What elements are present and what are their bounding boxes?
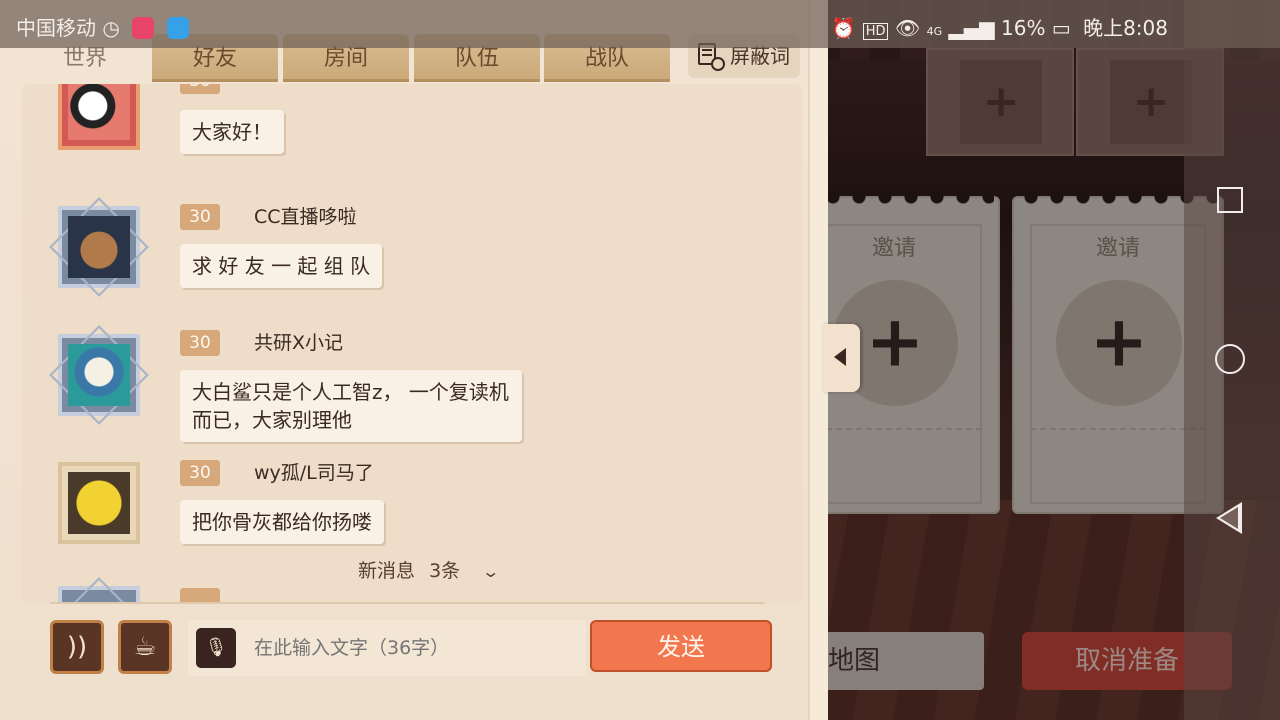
carrier-label: 中国移动 (16, 16, 96, 40)
message-bubble: 求 好 友 一 起 组 队 (180, 244, 383, 288)
divider (50, 602, 764, 604)
teapot-icon: ☕ (133, 632, 157, 662)
alarm-icon: ⏰ (831, 16, 857, 40)
voice-icon: )) (66, 632, 88, 662)
avatar[interactable] (58, 84, 140, 150)
list-item (22, 580, 802, 604)
eye-icon: 👁 (894, 16, 921, 40)
message-bubble: 大白鲨只是个人工智z， 一个复读机 而已，大家别理他 (180, 370, 522, 442)
username[interactable]: 共研X小记 (254, 330, 343, 356)
status-bar: 中国移动 ◷ ⏰ HD 👁 4G ▂▄▆ 16% ▭ 晚上8:08 (0, 0, 1280, 48)
tv-app-icon (166, 17, 189, 39)
avatar[interactable] (58, 462, 140, 544)
video-app-icon (132, 17, 155, 39)
message-input[interactable] (254, 620, 574, 676)
signal-icon: ▂▄▆ (948, 16, 995, 40)
voice-button[interactable]: )) (50, 620, 104, 674)
battery-percent: 16% (1001, 16, 1046, 40)
emoji-button[interactable]: ☕ (118, 620, 172, 674)
hd-icon: HD (862, 23, 889, 40)
level-badge: 30 (180, 460, 220, 486)
username[interactable]: CC直播哆啦 (254, 204, 357, 230)
list-item: 30 共研X小记 大白鲨只是个人工智z， 一个复读机 而已，大家别理他 (22, 330, 802, 450)
send-button[interactable]: 发送 (590, 620, 772, 672)
battery-icon: ▭ (1051, 16, 1071, 40)
avatar[interactable] (58, 334, 140, 416)
chevron-left-icon (834, 348, 846, 366)
collapse-panel-button[interactable] (822, 324, 860, 392)
level-badge: 30 (180, 204, 220, 230)
chat-message-list[interactable]: 30 大家好！ 30 CC直播哆啦 求 好 友 一 起 组 队 30 共研X小记… (22, 84, 802, 604)
new-messages-label: 新消息 (358, 560, 416, 582)
back-icon[interactable] (1216, 502, 1242, 534)
new-messages-count: 3条 (429, 560, 461, 582)
network-label: 4G (926, 25, 943, 38)
new-messages-indicator[interactable]: 新消息 3条 ⌄ (358, 556, 501, 583)
timer-icon: ◷ (102, 16, 120, 40)
message-bubble: 把你骨灰都给你扬喽 (180, 500, 384, 544)
level-badge: 30 (180, 330, 220, 356)
message-bubble: 大家好！ (180, 110, 284, 154)
level-badge: 30 (180, 84, 220, 94)
chevron-down-icon: ⌄ (481, 562, 501, 581)
username[interactable]: wy孤/L司马了 (254, 460, 374, 486)
recent-apps-icon[interactable] (1217, 187, 1243, 213)
clock: 晚上8:08 (1083, 16, 1168, 40)
navigation-bar (1184, 0, 1280, 720)
message-input-box[interactable]: 🎙 (188, 620, 586, 676)
speech-to-text-icon[interactable]: 🎙 (196, 628, 236, 668)
home-icon[interactable] (1215, 344, 1245, 374)
list-item: 30 CC直播哆啦 求 好 友 一 起 组 队 (22, 204, 802, 324)
list-item: 30 大家好！ (22, 84, 802, 198)
avatar[interactable] (58, 206, 140, 288)
